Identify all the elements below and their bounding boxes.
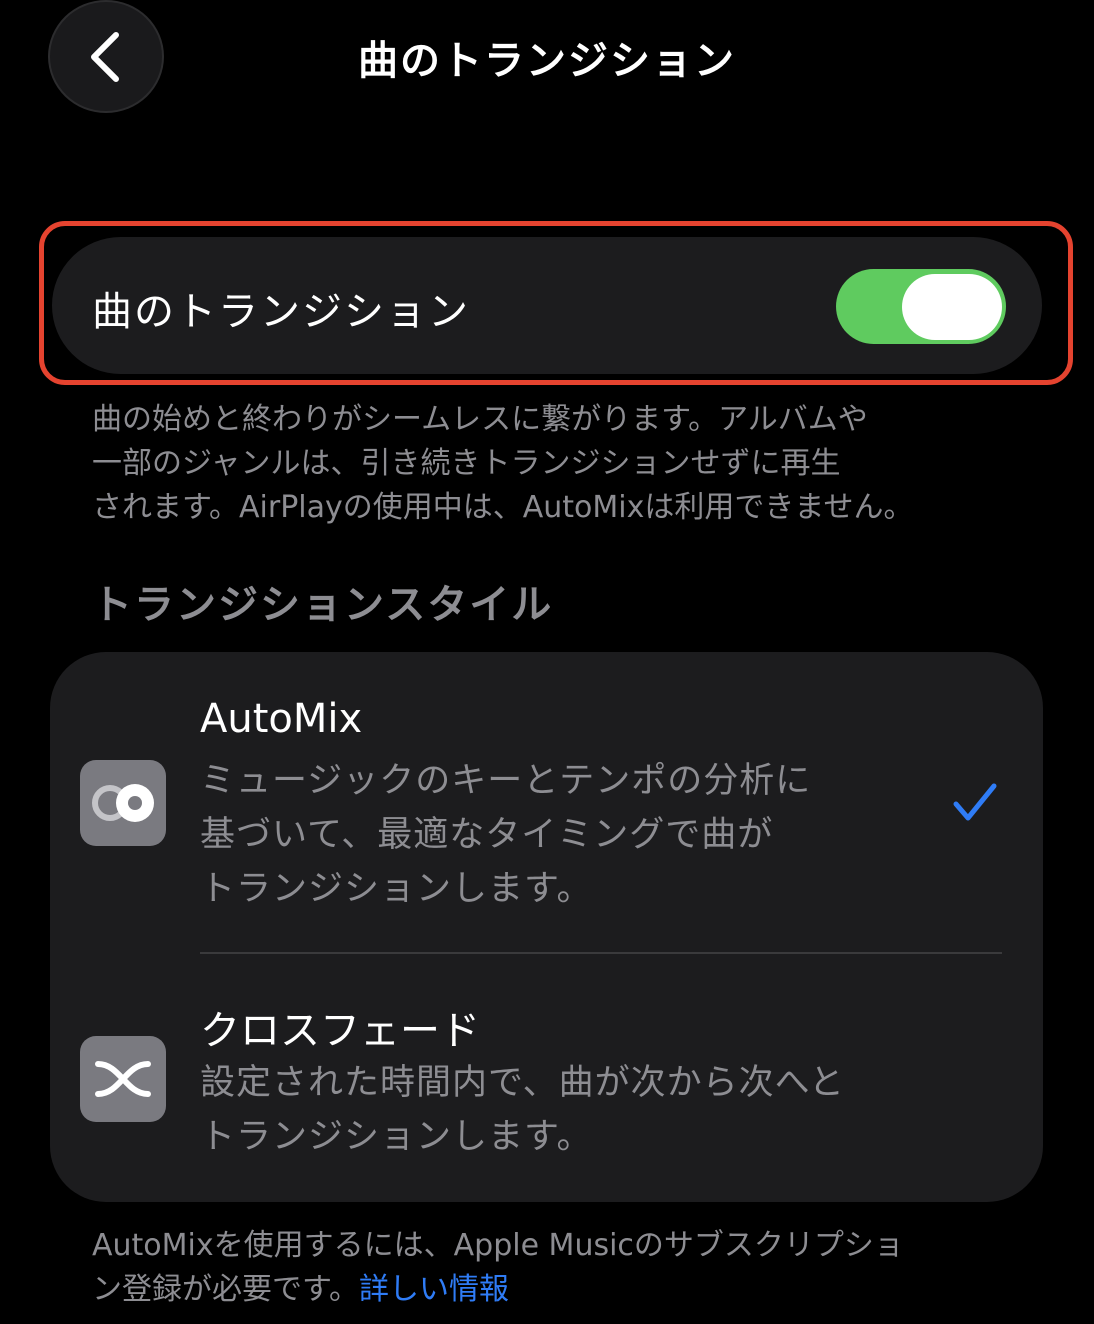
option-description: 設定された時間内で、曲が次から次へと トランジションします。 xyxy=(200,1056,845,1164)
transition-style-list: AutoMix ミュージックのキーとテンポの分析に 基づいて、最適なタイミングで… xyxy=(50,652,1043,1202)
option-title: AutoMix xyxy=(200,696,363,742)
transition-toggle-row: 曲のトランジション xyxy=(52,237,1042,374)
toggle-description: 曲の始めと終わりがシームレスに繋がります。アルバムや 一部のジャンルは、引き続き… xyxy=(92,398,1052,530)
toggle-knob xyxy=(902,274,1002,340)
option-description: ミュージックのキーとテンポの分析に 基づいて、最適なタイミングで曲が トランジシ… xyxy=(200,754,811,916)
option-description-line: ミュージックのキーとテンポの分析に xyxy=(200,761,812,801)
option-title: クロスフェード xyxy=(200,1008,480,1054)
section-heading: トランジションスタイル xyxy=(92,582,554,628)
toggle-description-line: 一部のジャンルは、引き続きトランジションせずに再生 xyxy=(92,446,841,481)
page-title: 曲のトランジション xyxy=(358,38,736,84)
learn-more-link[interactable]: 詳しい情報 xyxy=(359,1272,509,1307)
option-description-line: トランジションします。 xyxy=(200,869,593,909)
toggle-description-line: されます。AirPlayの使用中は、AutoMixは利用できません。 xyxy=(92,490,914,525)
option-description-line: 設定された時間内で、曲が次から次へと xyxy=(200,1063,845,1103)
footer-line-text: ン登録が必要です。 xyxy=(92,1272,359,1307)
toggle-label: 曲のトランジション xyxy=(92,289,470,335)
option-description-line: 基づいて、最適なタイミングで曲が xyxy=(200,815,774,855)
automix-icon xyxy=(80,760,166,846)
crossfade-icon xyxy=(80,1036,166,1122)
option-divider xyxy=(200,952,1002,954)
checkmark-icon xyxy=(953,783,997,821)
footer-note: AutoMixを使用するには、Apple Musicのサブスクリプショ ン登録が… xyxy=(92,1224,1052,1312)
transition-toggle-switch[interactable] xyxy=(836,269,1006,344)
option-description-line: トランジションします。 xyxy=(200,1117,593,1157)
footer-line: AutoMixを使用するには、Apple Musicのサブスクリプショ xyxy=(92,1228,904,1263)
footer-line-2: ン登録が必要です。詳しい情報 xyxy=(92,1268,1052,1312)
toggle-description-line: 曲の始めと終わりがシームレスに繋がります。アルバムや xyxy=(92,402,868,437)
